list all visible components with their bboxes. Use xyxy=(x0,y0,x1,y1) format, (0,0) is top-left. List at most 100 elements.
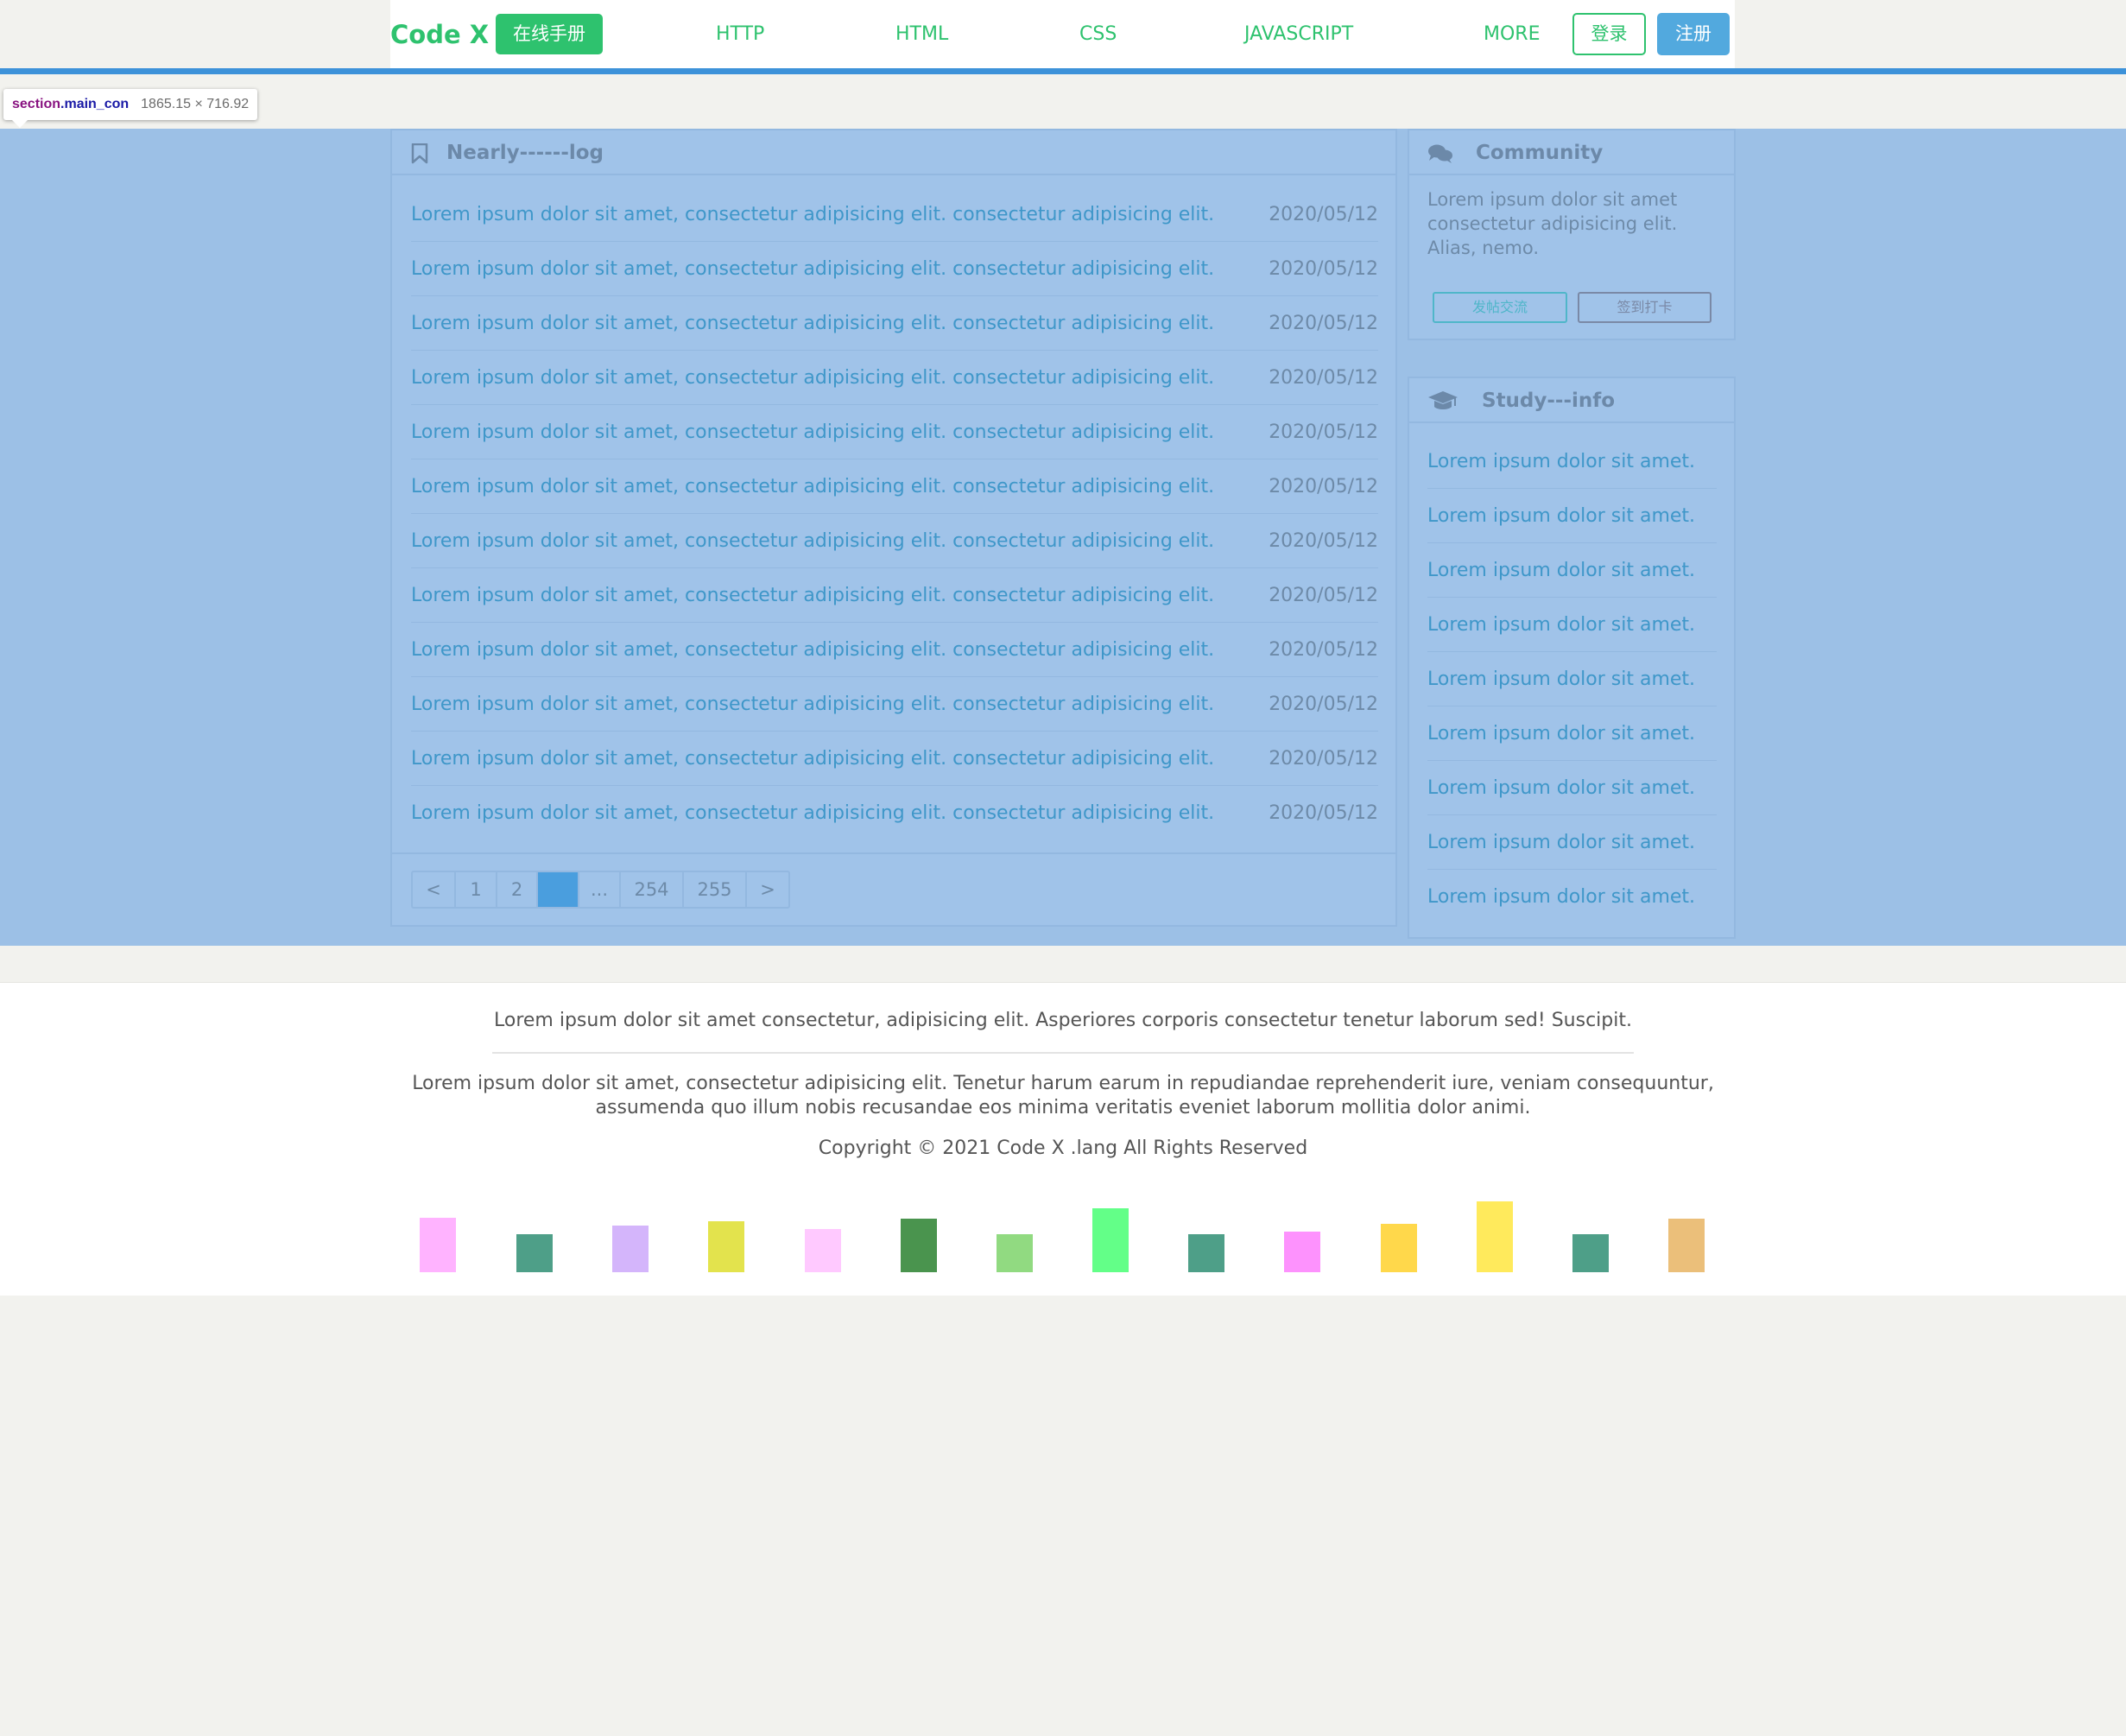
check-in-button[interactable]: 签到打卡 xyxy=(1578,292,1712,323)
log-entry-link[interactable]: Lorem ipsum dolor sit amet, consectetur … xyxy=(411,405,1214,459)
study-panel-title: Study---info xyxy=(1482,390,1616,412)
post-discussion-button[interactable]: 发帖交流 xyxy=(1433,292,1567,323)
log-entry-date: 2020/05/12 xyxy=(1269,530,1378,552)
log-panel-title: Nearly------log xyxy=(446,142,604,164)
log-entry-date: 2020/05/12 xyxy=(1269,204,1378,225)
bookmark-icon xyxy=(411,143,428,168)
study-item-link[interactable]: Lorem ipsum dolor sit amet. xyxy=(1427,870,1695,924)
color-block xyxy=(1477,1201,1513,1272)
navbar-container: Code X 在线手册 HTTP HTML CSS JAVASCRIPT MOR… xyxy=(390,0,1735,69)
pagination-page-2[interactable]: 2 xyxy=(497,872,538,907)
top-navbar: Code X 在线手册 HTTP HTML CSS JAVASCRIPT MOR… xyxy=(0,0,2126,74)
footer-description: Lorem ipsum dolor sit amet, consectetur … xyxy=(412,1073,1714,1118)
log-entry-link[interactable]: Lorem ipsum dolor sit amet, consectetur … xyxy=(411,187,1214,242)
study-item-link[interactable]: Lorem ipsum dolor sit amet. xyxy=(1427,434,1695,489)
log-entry-link[interactable]: Lorem ipsum dolor sit amet, consectetur … xyxy=(411,459,1214,514)
study-item-link[interactable]: Lorem ipsum dolor sit amet. xyxy=(1427,652,1695,706)
study-item-link[interactable]: Lorem ipsum dolor sit amet. xyxy=(1427,761,1695,815)
log-panel-header: Nearly------log xyxy=(392,130,1395,175)
main-content-section: Nearly------log Lorem ipsum dolor sit am… xyxy=(0,129,2126,946)
pagination-page-3-current[interactable]: 3 xyxy=(538,872,579,907)
pagination-next[interactable]: > xyxy=(747,872,788,907)
community-panel: Community Lorem ipsum dolor sit amet con… xyxy=(1408,129,1736,340)
study-item[interactable]: Lorem ipsum dolor sit amet. xyxy=(1427,543,1717,598)
study-item-link[interactable]: Lorem ipsum dolor sit amet. xyxy=(1427,543,1695,598)
study-item[interactable]: Lorem ipsum dolor sit amet. xyxy=(1427,434,1717,489)
study-item[interactable]: Lorem ipsum dolor sit amet. xyxy=(1427,598,1717,652)
footer-copyright: Copyright © 2021 Code X .lang All Rights… xyxy=(818,1137,1308,1159)
log-entry-date: 2020/05/12 xyxy=(1269,585,1378,606)
color-block xyxy=(1188,1234,1224,1272)
community-description: Lorem ipsum dolor sit amet consectetur a… xyxy=(1427,189,1678,258)
pagination-page-1[interactable]: 1 xyxy=(456,872,497,907)
study-item-link[interactable]: Lorem ipsum dolor sit amet. xyxy=(1427,815,1695,870)
community-panel-title: Community xyxy=(1476,142,1604,164)
study-item[interactable]: Lorem ipsum dolor sit amet. xyxy=(1427,706,1717,761)
log-entry[interactable]: Lorem ipsum dolor sit amet, consectetur … xyxy=(411,677,1378,732)
log-entry-date: 2020/05/12 xyxy=(1269,421,1378,443)
color-block xyxy=(901,1219,937,1272)
study-item-link[interactable]: Lorem ipsum dolor sit amet. xyxy=(1427,489,1695,543)
navbar-accent-line xyxy=(0,68,2126,74)
color-block xyxy=(1668,1219,1705,1272)
nav-item-javascript[interactable]: JAVASCRIPT xyxy=(1244,14,1353,54)
tooltip-class: .main_con xyxy=(60,97,130,111)
pagination-prev[interactable]: < xyxy=(413,872,456,907)
log-entry-date: 2020/05/12 xyxy=(1269,802,1378,824)
log-entry[interactable]: Lorem ipsum dolor sit amet, consectetur … xyxy=(411,459,1378,514)
log-entry[interactable]: Lorem ipsum dolor sit amet, consectetur … xyxy=(411,405,1378,459)
log-entry[interactable]: Lorem ipsum dolor sit amet, consectetur … xyxy=(411,296,1378,351)
community-panel-header: Community xyxy=(1409,130,1734,175)
color-block xyxy=(612,1226,649,1272)
log-entry[interactable]: Lorem ipsum dolor sit amet, consectetur … xyxy=(411,568,1378,623)
log-entry-link[interactable]: Lorem ipsum dolor sit amet, consectetur … xyxy=(411,514,1214,568)
nav-item-css[interactable]: CSS xyxy=(1079,14,1117,54)
study-item-link[interactable]: Lorem ipsum dolor sit amet. xyxy=(1427,598,1695,652)
log-entry-date: 2020/05/12 xyxy=(1269,367,1378,389)
color-block xyxy=(1092,1208,1129,1272)
color-block xyxy=(997,1234,1033,1272)
nav-item-http[interactable]: HTTP xyxy=(716,14,764,54)
log-entry-link[interactable]: Lorem ipsum dolor sit amet, consectetur … xyxy=(411,568,1214,623)
study-panel: Study---info Lorem ipsum dolor sit amet.… xyxy=(1408,377,1736,939)
pagination-ellipsis: ... xyxy=(579,872,621,907)
log-entry[interactable]: Lorem ipsum dolor sit amet, consectetur … xyxy=(411,187,1378,242)
pagination-page-254[interactable]: 254 xyxy=(621,872,684,907)
log-entry-date: 2020/05/12 xyxy=(1269,694,1378,715)
study-item[interactable]: Lorem ipsum dolor sit amet. xyxy=(1427,652,1717,706)
online-manual-button[interactable]: 在线手册 xyxy=(496,14,603,54)
login-button[interactable]: 登录 xyxy=(1572,13,1646,55)
study-item-link[interactable]: Lorem ipsum dolor sit amet. xyxy=(1427,706,1695,761)
footer-tagline: Lorem ipsum dolor sit amet consectetur, … xyxy=(493,1010,1632,1031)
log-entry-date: 2020/05/12 xyxy=(1269,476,1378,497)
log-entry-link[interactable]: Lorem ipsum dolor sit amet, consectetur … xyxy=(411,351,1214,405)
log-entry-link[interactable]: Lorem ipsum dolor sit amet, consectetur … xyxy=(411,242,1214,296)
study-list: Lorem ipsum dolor sit amet. Lorem ipsum … xyxy=(1427,434,1717,924)
log-entry[interactable]: Lorem ipsum dolor sit amet, consectetur … xyxy=(411,623,1378,677)
page-footer: Lorem ipsum dolor sit amet consectetur, … xyxy=(0,982,2126,1296)
log-entry[interactable]: Lorem ipsum dolor sit amet, consectetur … xyxy=(411,242,1378,296)
register-button[interactable]: 注册 xyxy=(1657,13,1730,55)
log-entry-link[interactable]: Lorem ipsum dolor sit amet, consectetur … xyxy=(411,732,1214,786)
color-block xyxy=(1381,1224,1417,1272)
log-entry[interactable]: Lorem ipsum dolor sit amet, consectetur … xyxy=(411,786,1378,840)
log-entry[interactable]: Lorem ipsum dolor sit amet, consectetur … xyxy=(411,514,1378,568)
pagination-page-255[interactable]: 255 xyxy=(684,872,747,907)
log-entry-link[interactable]: Lorem ipsum dolor sit amet, consectetur … xyxy=(411,296,1214,351)
log-entry[interactable]: Lorem ipsum dolor sit amet, consectetur … xyxy=(411,351,1378,405)
study-item[interactable]: Lorem ipsum dolor sit amet. xyxy=(1427,489,1717,543)
log-panel: Nearly------log Lorem ipsum dolor sit am… xyxy=(390,129,1397,927)
log-entry-link[interactable]: Lorem ipsum dolor sit amet, consectetur … xyxy=(411,677,1214,732)
study-item[interactable]: Lorem ipsum dolor sit amet. xyxy=(1427,761,1717,815)
nav-item-html[interactable]: HTML xyxy=(895,14,948,54)
nav-item-more[interactable]: MORE xyxy=(1484,14,1540,54)
log-entry-link[interactable]: Lorem ipsum dolor sit amet, consectetur … xyxy=(411,623,1214,677)
study-item[interactable]: Lorem ipsum dolor sit amet. xyxy=(1427,870,1717,924)
log-entry-link[interactable]: Lorem ipsum dolor sit amet, consectetur … xyxy=(411,786,1214,840)
comments-icon xyxy=(1427,143,1453,168)
color-block xyxy=(805,1229,841,1272)
color-block xyxy=(420,1218,456,1272)
log-entry[interactable]: Lorem ipsum dolor sit amet, consectetur … xyxy=(411,732,1378,786)
logo[interactable]: Code X xyxy=(390,14,489,55)
study-item[interactable]: Lorem ipsum dolor sit amet. xyxy=(1427,815,1717,870)
